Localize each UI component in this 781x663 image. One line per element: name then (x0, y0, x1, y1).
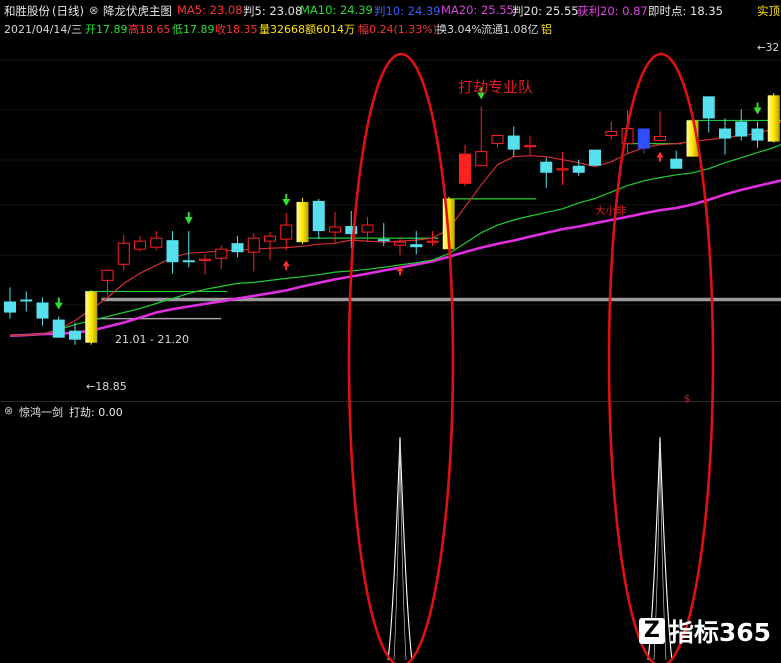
buy-arrow-icon (184, 212, 193, 225)
quote-float-cap: 流通1.08亿 (481, 23, 539, 36)
highlight-oval (607, 52, 715, 663)
candle-body (247, 237, 260, 253)
candle-body (572, 165, 585, 173)
buy-arrow-icon (753, 102, 762, 115)
realtime-value: 即时点: 18.35 (648, 4, 723, 18)
quote-turnover: 换3.04% (436, 23, 482, 36)
quote-open: 开17.89 (85, 23, 128, 36)
candle-body (702, 96, 715, 119)
annotation-high-label: ←32 (757, 42, 779, 54)
ma-short-line (9, 120, 781, 337)
candle-body (475, 151, 488, 167)
quote-date: 2021/04/14/三 (4, 23, 83, 36)
right-corner-label: 实顶 (757, 4, 780, 18)
candle-body (540, 161, 553, 173)
watermark-text: 指标365 (668, 618, 771, 647)
quote-volume: 量32668 (259, 23, 305, 36)
candle-body (215, 248, 228, 259)
candle-body (101, 269, 114, 281)
quote-high: 高18.65 (128, 23, 171, 36)
candle-body (199, 258, 211, 261)
stock-name[interactable]: 和胜股份 (4, 3, 50, 19)
candle-body (670, 158, 683, 169)
close-panel-icon[interactable]: ⊗ (89, 3, 99, 17)
quote-sector[interactable]: 铝 (541, 21, 552, 37)
candle-body (459, 153, 471, 184)
candle-body (4, 301, 16, 313)
candle-body (20, 299, 33, 302)
candle-body (361, 224, 374, 233)
price-chart: 打劫专业队 大小非 21.01 - 21.20 ←18.85 ←32 $ (0, 42, 781, 663)
sell-arrow-icon (282, 260, 290, 271)
candle-body (182, 260, 195, 263)
candle-body (426, 240, 439, 243)
candle-body (134, 240, 146, 250)
candle-body (589, 149, 601, 166)
annotation-dollar-mark: $ (684, 394, 690, 405)
ma10-value: MA10: 24.39 (300, 3, 373, 17)
buy-arrow-icon (282, 193, 291, 206)
main-indicator-name[interactable]: 降龙伏虎主图 (103, 3, 172, 19)
candle-body (231, 243, 244, 253)
indicator-spike (387, 437, 413, 661)
pan5-value: 判5: 23.08 (243, 4, 303, 18)
quote-amount: 额6014万 (305, 23, 355, 36)
candle-body (751, 128, 764, 141)
candle-body (735, 121, 748, 137)
candle-body (150, 237, 163, 248)
period-label[interactable]: (日线) (52, 3, 84, 19)
candle-body (345, 226, 358, 235)
quote-close: 收18.35 (215, 23, 258, 36)
candle-body (312, 200, 325, 232)
ma20-value: MA20: 25.55 (441, 3, 514, 17)
chart-annotation-title: 打劫专业队 (458, 78, 533, 96)
candle-body (654, 136, 666, 142)
candle-body (637, 128, 650, 149)
buy-arrow-icon (54, 297, 63, 310)
pan10-value: 判10: 24.39 (374, 4, 441, 18)
quote-bar: 2021/04/14/三 开17.89 高18.65 低17.89 收18.35… (0, 19, 781, 37)
candle-body (280, 224, 293, 240)
indicator-plot-area (387, 437, 673, 661)
candle-body (377, 239, 390, 242)
candle-body (719, 128, 731, 139)
annotation-low-label: ←18.85 (86, 380, 127, 393)
candle-body (36, 302, 49, 319)
chart-header: 和胜股份 (日线) ⊗ 降龙伏虎主图 MA5: 23.08 判5: 23.08 … (0, 0, 781, 20)
candle-body (166, 240, 179, 263)
candle-body (296, 201, 309, 243)
candle-body (605, 131, 618, 137)
highlight-oval (347, 52, 455, 663)
candle-body (264, 235, 276, 242)
candle-body (491, 135, 504, 145)
candle-body (117, 242, 130, 265)
candle-body (69, 330, 81, 340)
candle-body (394, 241, 406, 246)
indicator-name[interactable]: 惊鸿一剑 (19, 404, 63, 420)
annotation-range-label: 21.01 - 21.20 (115, 333, 189, 346)
profit20-value: 获利20: 0.87 (577, 4, 648, 18)
candle-body (767, 95, 780, 142)
quote-change: 幅0.24(1.33%) (358, 23, 438, 36)
pan20-value: 判20: 25.55 (512, 4, 579, 18)
candle-body (52, 319, 65, 338)
ma5-value: MA5: 23.08 (177, 3, 243, 17)
watermark-logo-icon: Z (638, 618, 665, 644)
indicator-toggle-icon[interactable]: ⊗ (4, 404, 13, 417)
annotation-small-label: 大小非 (595, 204, 627, 217)
candle-body (524, 145, 536, 148)
indicator-value: 打劫: 0.00 (69, 406, 123, 419)
candle-body (85, 291, 98, 343)
main-plot-area (0, 59, 781, 345)
candle-body (410, 244, 423, 248)
candle-body (507, 135, 520, 150)
candle-body (556, 168, 569, 171)
candle-body (329, 226, 341, 233)
quote-low: 低17.89 (172, 23, 215, 36)
watermark: Z 指标365 (638, 613, 771, 649)
